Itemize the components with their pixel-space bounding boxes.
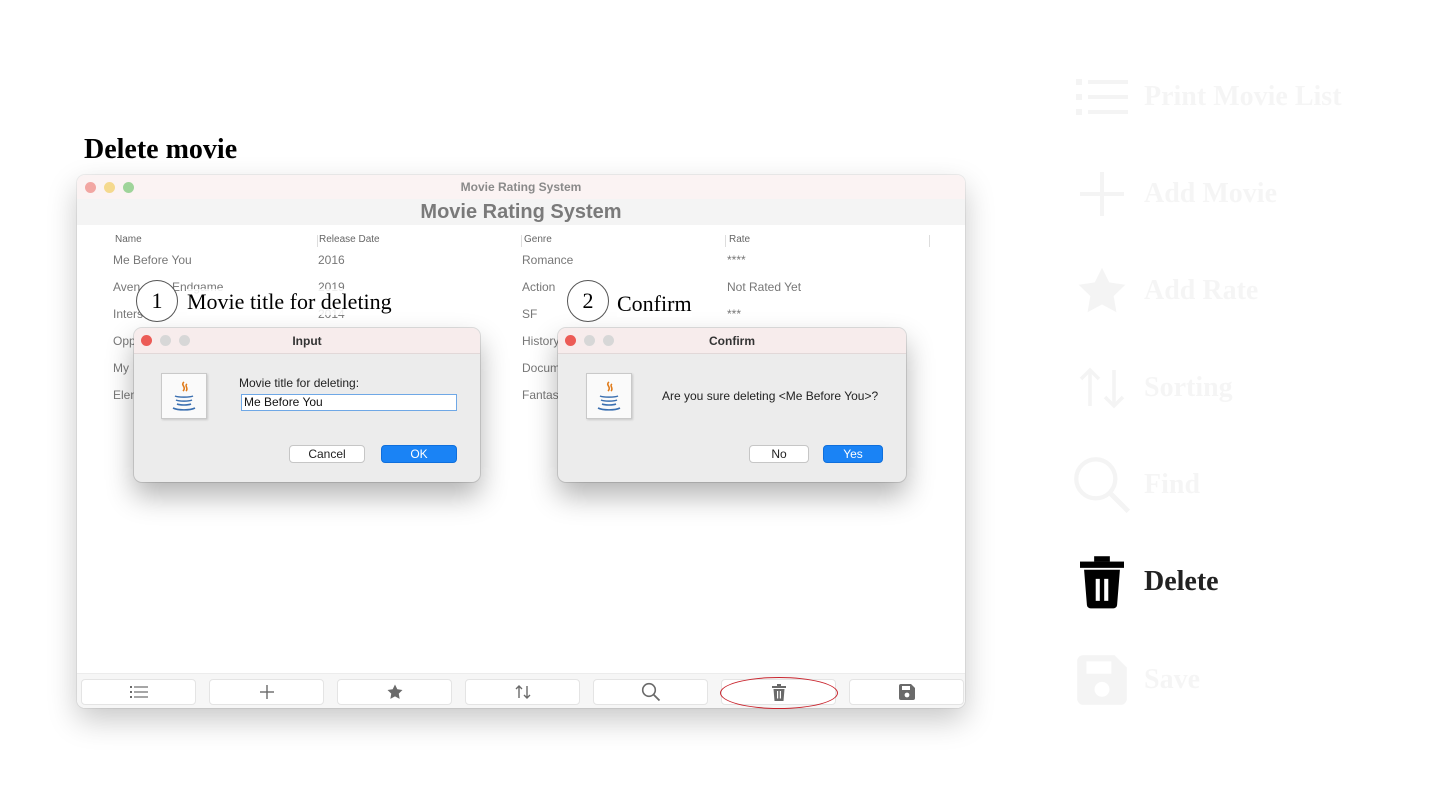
legend-label: Sorting xyxy=(1144,372,1233,404)
star-icon xyxy=(387,684,402,699)
list-icon xyxy=(129,686,148,698)
table-cell-rate[interactable]: Not Rated Yet xyxy=(727,280,801,294)
plus-icon xyxy=(259,685,274,699)
step-number: 2 xyxy=(567,280,609,322)
search-icon xyxy=(641,682,660,702)
legend-item-find: Find xyxy=(1070,453,1200,517)
legend-label: Delete xyxy=(1144,566,1219,597)
table-cell-genre[interactable]: Fantas xyxy=(522,388,559,402)
print-list-button[interactable] xyxy=(81,679,196,705)
sorting-button[interactable] xyxy=(465,679,580,705)
legend-label: Find xyxy=(1144,469,1200,501)
trash-icon xyxy=(1080,556,1124,609)
star-icon xyxy=(1078,267,1126,313)
table-cell-genre[interactable]: Docum xyxy=(522,361,560,375)
table-cell-name[interactable]: Aven xyxy=(113,280,140,294)
cancel-button[interactable]: Cancel xyxy=(289,445,365,463)
legend-item-sorting: Sorting xyxy=(1070,356,1233,420)
legend-item-add-movie: Add Movie xyxy=(1070,162,1277,226)
column-header-rate[interactable]: Rate xyxy=(729,234,750,245)
slide-title: Delete movie xyxy=(84,134,238,165)
legend-label: Add Rate xyxy=(1144,275,1258,307)
app-title: Movie Rating System xyxy=(420,201,622,223)
table-cell-genre[interactable]: History xyxy=(522,334,559,348)
dialog-title: Confirm xyxy=(709,334,755,348)
input-prompt: Movie title for deleting: xyxy=(239,376,360,390)
legend-label: Add Movie xyxy=(1144,178,1277,210)
dialog-titlebar: Confirm xyxy=(558,328,906,354)
save-icon xyxy=(898,684,915,700)
add-rate-button[interactable] xyxy=(337,679,452,705)
table-cell-genre[interactable]: SF xyxy=(522,307,537,321)
table-cell-name[interactable]: My xyxy=(113,361,129,375)
legend-label: Save xyxy=(1144,664,1200,696)
ok-button[interactable]: OK xyxy=(381,445,457,463)
confirm-message: Are you sure deleting <Me Before You>? xyxy=(662,389,879,403)
confirm-dialog: Confirm Are you sure deleting <Me Before… xyxy=(558,328,906,482)
table-cell-genre[interactable]: Action xyxy=(522,280,555,294)
table-cell-rate[interactable]: **** xyxy=(727,253,746,267)
sort-icon xyxy=(1079,367,1125,409)
plus-icon xyxy=(1080,172,1124,216)
step-label: Confirm xyxy=(617,291,692,317)
delete-button-highlight xyxy=(720,677,838,709)
step-number: 1 xyxy=(136,280,178,322)
app-header: Movie Rating System xyxy=(77,199,965,225)
input-dialog: Input Movie title for deleting: Me Befor… xyxy=(134,328,480,482)
list-icon xyxy=(1076,79,1128,115)
movie-title-input[interactable]: Me Before You xyxy=(241,394,457,411)
table-cell-name[interactable]: Opp xyxy=(113,334,136,348)
step-label: Movie title for deleting xyxy=(187,289,392,315)
save-button[interactable] xyxy=(849,679,964,705)
column-header-name[interactable]: Name xyxy=(115,234,142,245)
table-cell-release[interactable]: 2016 xyxy=(318,253,345,267)
dialog-titlebar: Input xyxy=(134,328,480,354)
table-cell-genre[interactable]: Romance xyxy=(522,253,573,267)
table-cell-rate[interactable]: *** xyxy=(727,307,741,321)
legend-item-add-rate: Add Rate xyxy=(1070,259,1258,323)
column-header-release-date[interactable]: Release Date xyxy=(319,234,380,245)
yes-button[interactable]: Yes xyxy=(823,445,883,463)
add-movie-button[interactable] xyxy=(209,679,324,705)
table-cell-name[interactable]: Me Before You xyxy=(113,253,192,267)
legend-label: Print Movie List xyxy=(1144,81,1342,113)
column-header-genre[interactable]: Genre xyxy=(524,234,552,245)
java-icon xyxy=(161,373,207,419)
java-icon xyxy=(586,373,632,419)
search-icon xyxy=(1074,457,1131,514)
window-titlebar: Movie Rating System xyxy=(77,175,965,200)
no-button[interactable]: No xyxy=(749,445,809,463)
sort-icon xyxy=(515,685,530,699)
window-title: Movie Rating System xyxy=(460,180,582,194)
legend-item-delete: Delete xyxy=(1070,550,1219,614)
dialog-title: Input xyxy=(292,334,322,348)
save-icon xyxy=(1077,655,1127,705)
legend-item-print-list: Print Movie List xyxy=(1070,65,1342,129)
find-button[interactable] xyxy=(593,679,708,705)
legend-item-save: Save xyxy=(1070,648,1200,712)
